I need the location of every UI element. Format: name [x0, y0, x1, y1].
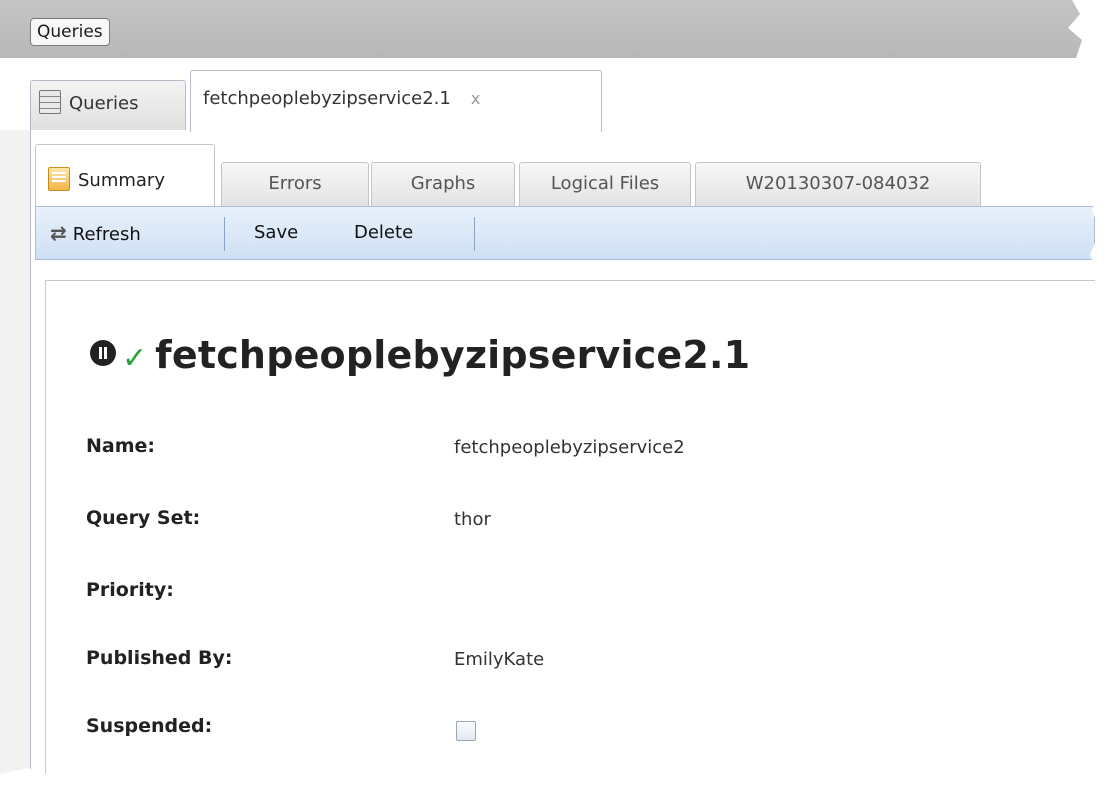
check-icon: ✓: [122, 341, 148, 376]
priority-label: Priority:: [86, 579, 174, 601]
summary-content: ✓ fetchpeoplebyzipservice2.1 Name: fetchp…: [45, 280, 1095, 790]
tab-summary[interactable]: Summary: [35, 144, 215, 206]
suspended-checkbox[interactable]: [456, 721, 476, 741]
published-by-label: Published By:: [86, 647, 233, 669]
toolbar-separator: [474, 217, 475, 251]
tab-queries-label: Queries: [69, 93, 139, 114]
delete-button[interactable]: Delete: [354, 207, 413, 259]
page-title: fetchpeoplebyzipservice2.1: [155, 333, 751, 377]
queries-header-button[interactable]: Queries: [30, 18, 110, 46]
toolbar-separator: [224, 217, 225, 251]
database-icon: [39, 90, 61, 114]
app-window: Queries Queries fetchpeoplebyzipservice2…: [0, 0, 1104, 790]
suspended-label: Suspended:: [86, 715, 213, 737]
title-row: ✓ fetchpeoplebyzipservice2.1: [90, 333, 750, 381]
tab-workunit[interactable]: W20130307-084032: [695, 162, 981, 206]
published-by-value: EmilyKate: [454, 649, 545, 670]
close-icon[interactable]: x: [471, 89, 480, 108]
pause-icon: [90, 340, 116, 366]
refresh-icon: ⇄: [50, 221, 67, 245]
tab-errors[interactable]: Errors: [221, 162, 369, 206]
tab-queries[interactable]: Queries: [30, 80, 186, 130]
tab-query-detail-label: fetchpeoplebyzipservice2.1: [203, 88, 451, 109]
query-set-label: Query Set:: [86, 507, 201, 529]
name-value: fetchpeoplebyzipservice2: [454, 437, 685, 458]
tab-query-detail[interactable]: fetchpeoplebyzipservice2.1 x: [190, 70, 602, 132]
summary-icon: [48, 167, 70, 191]
tab-summary-label: Summary: [78, 170, 165, 191]
refresh-label: Refresh: [72, 224, 141, 245]
outer-tab-strip: Queries fetchpeoplebyzipservice2.1 x: [0, 58, 1104, 188]
tab-logical-files[interactable]: Logical Files: [519, 162, 691, 206]
save-button[interactable]: Save: [254, 207, 298, 259]
query-set-value: thor: [454, 509, 491, 530]
query-detail-panel: Summary Errors Graphs Logical Files W201…: [30, 130, 1104, 790]
refresh-button[interactable]: ⇄ Refresh: [50, 207, 141, 259]
name-label: Name:: [86, 435, 156, 457]
toolbar: ⇄ Refresh Save Delete: [35, 206, 1095, 260]
tab-graphs[interactable]: Graphs: [371, 162, 515, 206]
header-bar: Queries: [0, 0, 1104, 58]
